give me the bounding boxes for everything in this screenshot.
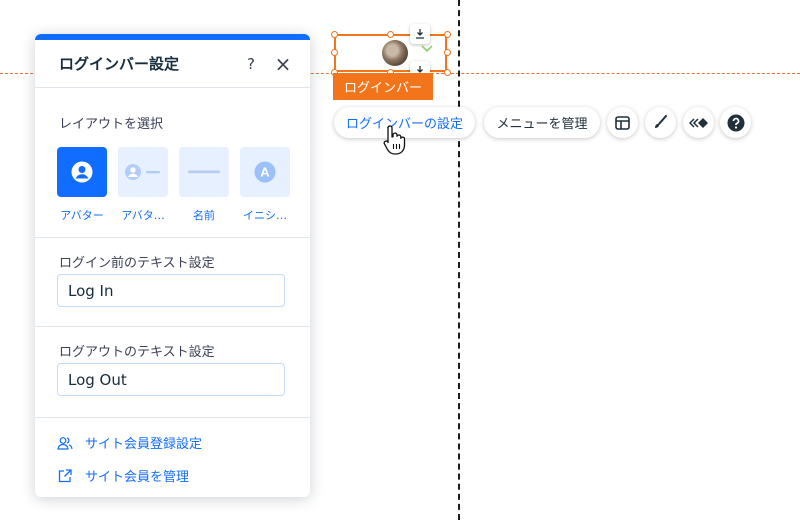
login-bar-settings-panel: ログインバー設定 ? × レイアウトを選択 アバター アバタ… 名前 A イニシ… — [35, 34, 310, 497]
members-icon — [57, 436, 73, 450]
help-icon[interactable] — [720, 107, 751, 138]
avatar-icon — [71, 161, 93, 183]
external-link-icon — [58, 468, 72, 482]
layout-icon[interactable] — [607, 107, 638, 138]
resize-handle[interactable] — [444, 69, 451, 76]
svg-text:A: A — [260, 165, 270, 180]
panel-links: サイト会員登録設定 サイト会員を管理 — [35, 418, 310, 497]
resize-handle[interactable] — [331, 49, 338, 56]
layout-options: アバター アバタ… 名前 A イニシ… — [57, 147, 290, 223]
layout-option-name[interactable]: 名前 — [179, 147, 229, 223]
member-signup-settings-label: サイト会員登録設定 — [85, 437, 203, 452]
initials-icon: A — [254, 161, 276, 183]
login-text-input[interactable] — [57, 274, 285, 307]
name-line-icon — [188, 170, 220, 174]
layout-option-label: アバタ… — [121, 209, 165, 222]
design-brush-icon[interactable] — [645, 107, 676, 138]
logout-text-input[interactable] — [57, 363, 285, 396]
logout-text-section: ログアウトのテキスト設定 — [35, 327, 310, 418]
layout-option-avatar[interactable]: アバター — [57, 147, 107, 223]
layout-option-label: アバター — [60, 209, 104, 222]
chevron-down-icon — [421, 45, 433, 53]
resize-handle[interactable] — [444, 31, 451, 38]
panel-title: ログインバー設定 — [59, 55, 180, 73]
manage-menu-button[interactable]: メニューを管理 — [484, 107, 600, 138]
manage-members-link[interactable]: サイト会員を管理 — [57, 466, 189, 485]
layout-option-initials[interactable]: A イニシ… — [240, 147, 290, 223]
login-text-label: ログイン前のテキスト設定 — [59, 256, 215, 271]
vertical-guide-line — [458, 0, 460, 520]
member-signup-settings-link[interactable]: サイト会員登録設定 — [57, 433, 202, 452]
layout-section-label: レイアウトを選択 — [59, 117, 164, 132]
resize-handle[interactable] — [331, 31, 338, 38]
avatar-text-icon — [125, 164, 160, 180]
manage-menu-label: メニューを管理 — [496, 117, 588, 132]
resize-handle[interactable] — [444, 49, 451, 56]
hand-cursor-icon — [383, 125, 406, 155]
logout-text-label: ログアウトのテキスト設定 — [59, 345, 215, 360]
layout-option-label: イニシ… — [243, 209, 287, 222]
layout-section: レイアウトを選択 アバター アバタ… 名前 A イニシ… — [35, 88, 310, 238]
help-icon[interactable]: ? — [240, 53, 262, 75]
download-icon[interactable] — [410, 24, 430, 44]
resize-handle[interactable] — [387, 31, 394, 38]
login-text-section: ログイン前のテキスト設定 — [35, 238, 310, 327]
close-icon[interactable]: × — [272, 52, 294, 76]
layout-option-avatar-text[interactable]: アバタ… — [118, 147, 168, 223]
manage-members-label: サイト会員を管理 — [85, 470, 190, 485]
element-name-tag: ログインバー — [333, 73, 433, 100]
layout-option-label: 名前 — [193, 209, 215, 222]
panel-header: ログインバー設定 ? × — [35, 40, 310, 88]
animation-icon[interactable] — [683, 107, 714, 138]
member-avatar-image — [382, 40, 408, 66]
